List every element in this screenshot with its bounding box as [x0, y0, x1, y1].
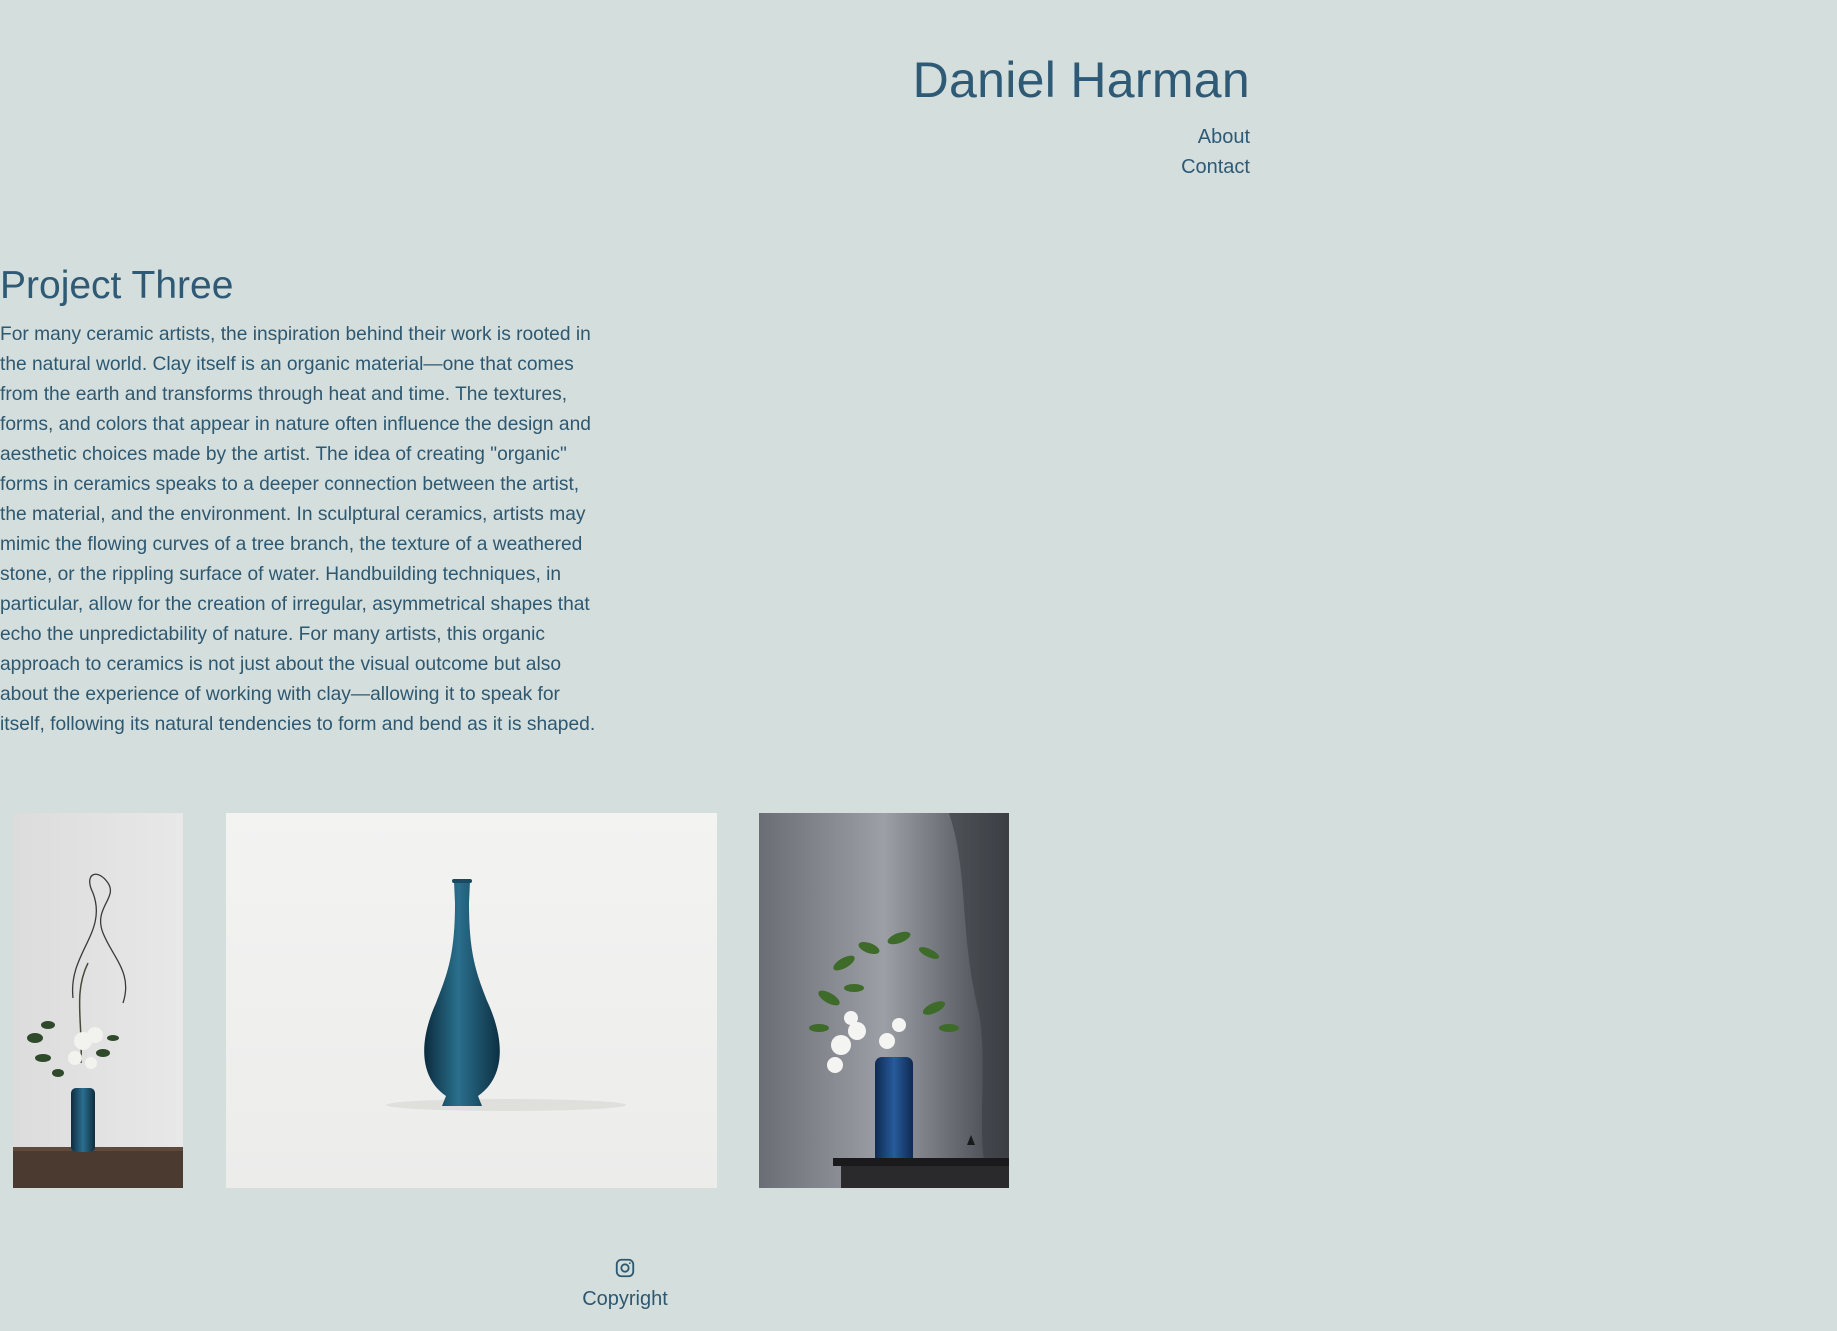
site-header: Daniel Harman About Contact [0, 48, 1250, 182]
copyright-text: Copyright [582, 1288, 668, 1310]
main-nav: About Contact [0, 122, 1250, 182]
page: Daniel Harman About Contact Project Thre… [0, 0, 1837, 1331]
gallery-image-vase-with-branches[interactable] [13, 813, 183, 1188]
project-section: Project Three For many ceramic artists, … [0, 262, 610, 740]
site-footer: Copyright [525, 1257, 725, 1312]
nav-link-contact[interactable]: Contact [0, 152, 1250, 182]
gallery-image-blue-vase-with-orchids[interactable] [759, 813, 1009, 1188]
site-title[interactable]: Daniel Harman [0, 48, 1250, 112]
gallery-image-blue-bottle-vase[interactable] [226, 813, 717, 1188]
project-description: For many ceramic artists, the inspiratio… [0, 324, 596, 735]
nav-link-about[interactable]: About [0, 122, 1250, 152]
project-title: Project Three [0, 264, 234, 307]
instagram-icon[interactable] [614, 1257, 636, 1279]
